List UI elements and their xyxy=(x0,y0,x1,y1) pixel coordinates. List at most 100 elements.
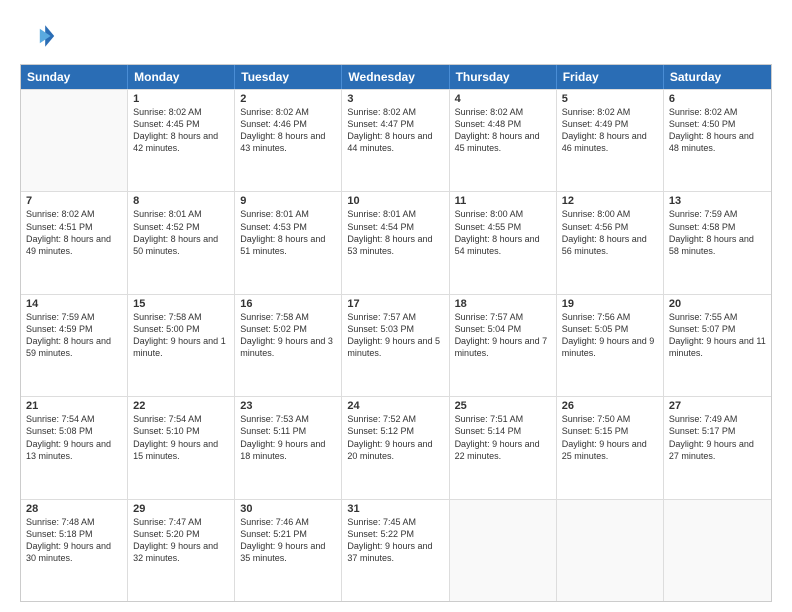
calendar-cell: 1 Sunrise: 8:02 AM Sunset: 4:45 PM Dayli… xyxy=(128,90,235,191)
day-number: 3 xyxy=(347,93,443,105)
weekday-header: Friday xyxy=(557,65,664,89)
day-number: 20 xyxy=(669,298,766,310)
calendar-cell: 21 Sunrise: 7:54 AM Sunset: 5:08 PM Dayl… xyxy=(21,397,128,498)
calendar-cell: 28 Sunrise: 7:48 AM Sunset: 5:18 PM Dayl… xyxy=(21,500,128,601)
calendar-cell: 18 Sunrise: 7:57 AM Sunset: 5:04 PM Dayl… xyxy=(450,295,557,396)
header xyxy=(20,18,772,54)
day-number: 4 xyxy=(455,93,551,105)
cell-info: Sunrise: 8:02 AM Sunset: 4:51 PM Dayligh… xyxy=(26,208,122,257)
calendar-cell: 5 Sunrise: 8:02 AM Sunset: 4:49 PM Dayli… xyxy=(557,90,664,191)
cell-info: Sunrise: 8:00 AM Sunset: 4:55 PM Dayligh… xyxy=(455,208,551,257)
day-number: 18 xyxy=(455,298,551,310)
day-number: 17 xyxy=(347,298,443,310)
calendar-cell: 26 Sunrise: 7:50 AM Sunset: 5:15 PM Dayl… xyxy=(557,397,664,498)
day-number: 27 xyxy=(669,400,766,412)
day-number: 22 xyxy=(133,400,229,412)
calendar-cell: 10 Sunrise: 8:01 AM Sunset: 4:54 PM Dayl… xyxy=(342,192,449,293)
cell-info: Sunrise: 8:00 AM Sunset: 4:56 PM Dayligh… xyxy=(562,208,658,257)
calendar-cell: 25 Sunrise: 7:51 AM Sunset: 5:14 PM Dayl… xyxy=(450,397,557,498)
day-number: 30 xyxy=(240,503,336,515)
cell-info: Sunrise: 7:46 AM Sunset: 5:21 PM Dayligh… xyxy=(240,516,336,565)
day-number: 13 xyxy=(669,195,766,207)
calendar-cell: 4 Sunrise: 8:02 AM Sunset: 4:48 PM Dayli… xyxy=(450,90,557,191)
cell-info: Sunrise: 7:54 AM Sunset: 5:10 PM Dayligh… xyxy=(133,413,229,462)
weekday-header: Monday xyxy=(128,65,235,89)
weekday-header: Thursday xyxy=(450,65,557,89)
calendar-cell: 15 Sunrise: 7:58 AM Sunset: 5:00 PM Dayl… xyxy=(128,295,235,396)
weekday-header: Sunday xyxy=(21,65,128,89)
weekday-header: Saturday xyxy=(664,65,771,89)
day-number: 16 xyxy=(240,298,336,310)
calendar-cell xyxy=(557,500,664,601)
cell-info: Sunrise: 7:57 AM Sunset: 5:04 PM Dayligh… xyxy=(455,311,551,360)
calendar-row: 14 Sunrise: 7:59 AM Sunset: 4:59 PM Dayl… xyxy=(21,294,771,396)
calendar-cell xyxy=(450,500,557,601)
day-number: 7 xyxy=(26,195,122,207)
calendar-row: 7 Sunrise: 8:02 AM Sunset: 4:51 PM Dayli… xyxy=(21,191,771,293)
calendar-cell: 13 Sunrise: 7:59 AM Sunset: 4:58 PM Dayl… xyxy=(664,192,771,293)
cell-info: Sunrise: 7:54 AM Sunset: 5:08 PM Dayligh… xyxy=(26,413,122,462)
calendar-cell: 7 Sunrise: 8:02 AM Sunset: 4:51 PM Dayli… xyxy=(21,192,128,293)
cell-info: Sunrise: 8:02 AM Sunset: 4:50 PM Dayligh… xyxy=(669,106,766,155)
calendar-cell: 11 Sunrise: 8:00 AM Sunset: 4:55 PM Dayl… xyxy=(450,192,557,293)
day-number: 12 xyxy=(562,195,658,207)
day-number: 28 xyxy=(26,503,122,515)
calendar: SundayMondayTuesdayWednesdayThursdayFrid… xyxy=(20,64,772,602)
cell-info: Sunrise: 7:51 AM Sunset: 5:14 PM Dayligh… xyxy=(455,413,551,462)
day-number: 31 xyxy=(347,503,443,515)
calendar-cell xyxy=(664,500,771,601)
calendar-cell: 22 Sunrise: 7:54 AM Sunset: 5:10 PM Dayl… xyxy=(128,397,235,498)
cell-info: Sunrise: 7:49 AM Sunset: 5:17 PM Dayligh… xyxy=(669,413,766,462)
day-number: 26 xyxy=(562,400,658,412)
cell-info: Sunrise: 8:02 AM Sunset: 4:48 PM Dayligh… xyxy=(455,106,551,155)
calendar-cell: 19 Sunrise: 7:56 AM Sunset: 5:05 PM Dayl… xyxy=(557,295,664,396)
weekday-header: Tuesday xyxy=(235,65,342,89)
cell-info: Sunrise: 7:50 AM Sunset: 5:15 PM Dayligh… xyxy=(562,413,658,462)
calendar-cell: 3 Sunrise: 8:02 AM Sunset: 4:47 PM Dayli… xyxy=(342,90,449,191)
cell-info: Sunrise: 7:59 AM Sunset: 4:58 PM Dayligh… xyxy=(669,208,766,257)
day-number: 23 xyxy=(240,400,336,412)
cell-info: Sunrise: 7:53 AM Sunset: 5:11 PM Dayligh… xyxy=(240,413,336,462)
calendar-cell: 14 Sunrise: 7:59 AM Sunset: 4:59 PM Dayl… xyxy=(21,295,128,396)
day-number: 5 xyxy=(562,93,658,105)
calendar-cell: 29 Sunrise: 7:47 AM Sunset: 5:20 PM Dayl… xyxy=(128,500,235,601)
cell-info: Sunrise: 8:01 AM Sunset: 4:53 PM Dayligh… xyxy=(240,208,336,257)
calendar-cell: 12 Sunrise: 8:00 AM Sunset: 4:56 PM Dayl… xyxy=(557,192,664,293)
calendar-cell: 16 Sunrise: 7:58 AM Sunset: 5:02 PM Dayl… xyxy=(235,295,342,396)
cell-info: Sunrise: 7:47 AM Sunset: 5:20 PM Dayligh… xyxy=(133,516,229,565)
day-number: 11 xyxy=(455,195,551,207)
day-number: 14 xyxy=(26,298,122,310)
day-number: 6 xyxy=(669,93,766,105)
day-number: 2 xyxy=(240,93,336,105)
day-number: 1 xyxy=(133,93,229,105)
cell-info: Sunrise: 7:45 AM Sunset: 5:22 PM Dayligh… xyxy=(347,516,443,565)
cell-info: Sunrise: 8:01 AM Sunset: 4:52 PM Dayligh… xyxy=(133,208,229,257)
cell-info: Sunrise: 8:01 AM Sunset: 4:54 PM Dayligh… xyxy=(347,208,443,257)
calendar-cell: 17 Sunrise: 7:57 AM Sunset: 5:03 PM Dayl… xyxy=(342,295,449,396)
calendar-cell: 20 Sunrise: 7:55 AM Sunset: 5:07 PM Dayl… xyxy=(664,295,771,396)
day-number: 25 xyxy=(455,400,551,412)
logo xyxy=(20,18,62,54)
cell-info: Sunrise: 7:59 AM Sunset: 4:59 PM Dayligh… xyxy=(26,311,122,360)
cell-info: Sunrise: 8:02 AM Sunset: 4:46 PM Dayligh… xyxy=(240,106,336,155)
calendar-cell: 2 Sunrise: 8:02 AM Sunset: 4:46 PM Dayli… xyxy=(235,90,342,191)
calendar-cell xyxy=(21,90,128,191)
cell-info: Sunrise: 7:57 AM Sunset: 5:03 PM Dayligh… xyxy=(347,311,443,360)
day-number: 21 xyxy=(26,400,122,412)
day-number: 29 xyxy=(133,503,229,515)
calendar-body: 1 Sunrise: 8:02 AM Sunset: 4:45 PM Dayli… xyxy=(21,89,771,601)
day-number: 8 xyxy=(133,195,229,207)
cell-info: Sunrise: 7:48 AM Sunset: 5:18 PM Dayligh… xyxy=(26,516,122,565)
cell-info: Sunrise: 7:52 AM Sunset: 5:12 PM Dayligh… xyxy=(347,413,443,462)
calendar-header: SundayMondayTuesdayWednesdayThursdayFrid… xyxy=(21,65,771,89)
page: SundayMondayTuesdayWednesdayThursdayFrid… xyxy=(0,0,792,612)
day-number: 9 xyxy=(240,195,336,207)
weekday-header: Wednesday xyxy=(342,65,449,89)
calendar-row: 21 Sunrise: 7:54 AM Sunset: 5:08 PM Dayl… xyxy=(21,396,771,498)
logo-icon xyxy=(20,18,56,54)
calendar-cell: 6 Sunrise: 8:02 AM Sunset: 4:50 PM Dayli… xyxy=(664,90,771,191)
day-number: 10 xyxy=(347,195,443,207)
calendar-row: 1 Sunrise: 8:02 AM Sunset: 4:45 PM Dayli… xyxy=(21,89,771,191)
calendar-row: 28 Sunrise: 7:48 AM Sunset: 5:18 PM Dayl… xyxy=(21,499,771,601)
cell-info: Sunrise: 7:56 AM Sunset: 5:05 PM Dayligh… xyxy=(562,311,658,360)
